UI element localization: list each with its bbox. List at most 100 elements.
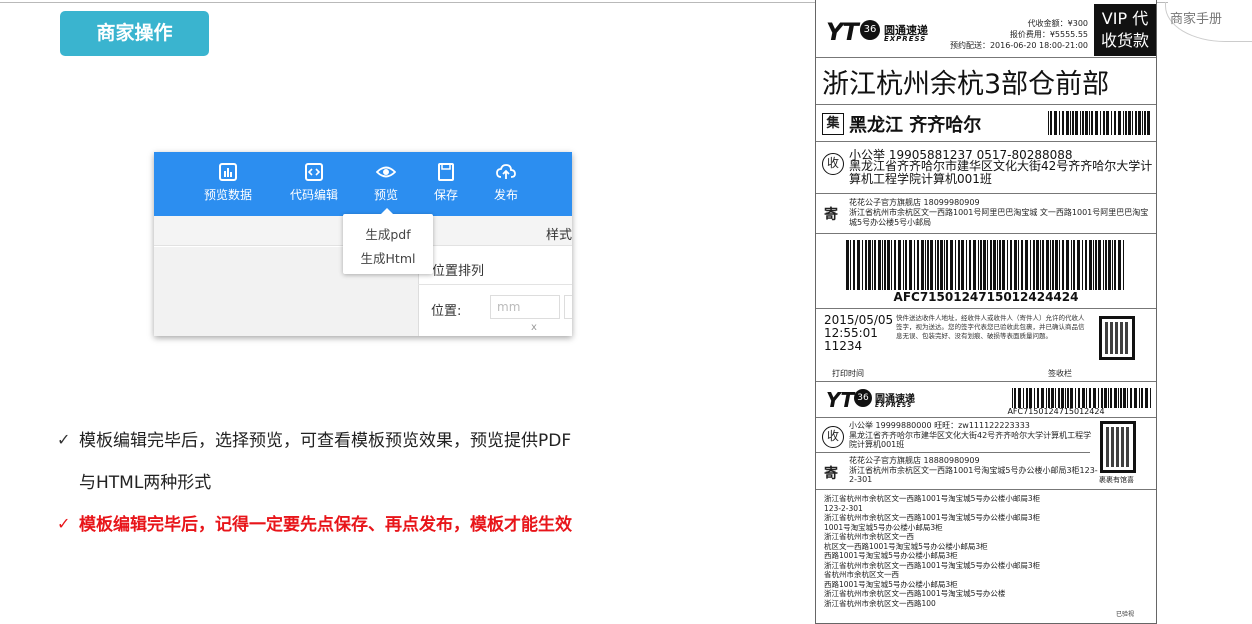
recipient-address: 黑龙江省齐齐哈尔市建华区文化大街42号齐齐哈尔大学计算机工程学院计算机001班	[849, 159, 1153, 186]
cod-amount: 代收金额：¥300	[1027, 19, 1088, 28]
vip-badge: VIP 代收货款	[1094, 4, 1156, 56]
brand-en-2: EXPRESS	[875, 402, 913, 409]
sender-2-address: 浙江省杭州市余杭区文一西路1001号淘宝城5号办公楼小邮局3柜123-2-301	[849, 465, 1098, 485]
address-line: 西路1001号淘宝城5号办公楼小邮局3柜	[824, 579, 958, 589]
position-label: 位置:	[431, 304, 462, 319]
editor-screenshot: 预览数据 代码编辑 预览 保存 发布 样式 位置排列 位置: mm x 生成pd…	[154, 152, 572, 336]
address-line: 123-2-301	[824, 503, 863, 513]
ji-mark: 集	[822, 113, 844, 135]
barcode-small	[1048, 111, 1150, 135]
barcode-main	[846, 240, 1124, 290]
divider	[418, 284, 572, 285]
tracking-number-2: AFC7150124715012424	[1007, 407, 1105, 416]
rule	[816, 193, 1156, 194]
sender: 花花公子官方旗舰店 18099980909	[849, 198, 980, 207]
style-tab[interactable]: 样式	[546, 224, 572, 243]
recipient-2-line: 小公举 19999880000 旺旺：zw111122223333	[849, 421, 1030, 430]
address-list: 浙江省杭州市余杭区文一西路1001号淘宝城5号办公楼小邮局3柜 123-2-301…	[824, 494, 1144, 608]
editor-toolbar: 预览数据 代码编辑 预览 保存 发布	[154, 152, 572, 216]
brand-en: EXPRESS	[884, 35, 927, 43]
rule	[816, 417, 1156, 418]
print-time-label: 打印时间	[832, 369, 864, 378]
generate-pdf-item[interactable]: 生成pdf	[343, 224, 433, 243]
preview-dropdown: 生成pdf 生成Html	[343, 208, 433, 274]
save-button[interactable]: 保存	[424, 162, 468, 203]
rule	[816, 381, 1156, 382]
chart-icon	[219, 163, 237, 181]
print-date: 2015/05/05 12:55:01 11234	[824, 314, 893, 353]
recipient-2-address: 黑龙江省齐齐哈尔市建华区文化大街42号齐齐哈尔大学计算机工程学院计算机001班	[849, 430, 1092, 450]
destination: 浙江杭州余杭3部仓前部	[822, 69, 1110, 100]
sign-label: 签收栏	[1048, 369, 1072, 378]
bullet-text: 模板编辑完毕后，选择预览，可查看模板预览效果，预览提供PDF	[79, 431, 572, 451]
recipient-2: 小公举 19999880000 旺旺：zw111122223333 黑龙江省齐齐哈…	[849, 421, 1099, 450]
bullet-text-cont: 与HTML两种形式	[79, 473, 212, 493]
yto-logo-2: YT	[826, 388, 855, 412]
publish-button[interactable]: 发布	[484, 162, 528, 203]
sender-mark: 寄	[824, 207, 838, 223]
address-line: 浙江省杭州市余杭区文一西路1001号淘宝城5号办公楼小邮局3柜	[824, 513, 1041, 522]
address-line: 浙江省杭州市余杭区文一西路100	[824, 598, 936, 608]
vip-line1: VIP 代	[1101, 9, 1149, 28]
eye-icon	[376, 166, 396, 178]
address-line: 省杭州市余杭区文一西	[824, 570, 899, 579]
yto-logo-circle-2: 36	[854, 389, 872, 407]
waybill: YT 36 圆通速递 EXPRESS 代收金额：¥300 报价费用：¥5555.…	[815, 0, 1157, 624]
toolbar-label: 保存	[433, 188, 458, 202]
address-line: 浙江省杭州市余杭区文一西路1001号淘宝城5号办公楼小邮局3柜	[824, 560, 1041, 570]
rule	[816, 104, 1156, 105]
sender-address: 浙江省杭州市余杭区文一西路1001号阿里巴巴淘宝城 文一西路1001号阿里巴巴淘…	[849, 208, 1149, 227]
address-line: 西路1001号淘宝城5号办公楼小邮局3柜	[824, 551, 958, 560]
cloud-upload-icon	[496, 164, 516, 179]
address-line: 浙江省杭州市余杭区文一西路1001号淘宝城5号办公楼小邮局3柜	[824, 494, 1041, 503]
qr-code	[1099, 316, 1135, 360]
yto-logo-circle: 36	[860, 20, 880, 40]
address-line: 浙江省杭州市余杭区文一西路1001号淘宝城5号办公楼	[824, 589, 1006, 598]
qr-code-2	[1100, 421, 1136, 473]
address-line: 浙江省杭州市余杭区文一西	[824, 532, 914, 541]
signed-label: 裹裹有馆喜	[1099, 476, 1134, 484]
check-icon: ✓	[57, 514, 71, 533]
generate-html-item[interactable]: 生成Html	[343, 248, 433, 267]
rule	[816, 489, 1156, 490]
preview-data-button[interactable]: 预览数据	[200, 162, 256, 203]
tracking-number: AFC7150124715012424424	[893, 290, 1079, 304]
check-icon: ✓	[57, 430, 71, 449]
rule	[816, 452, 1090, 453]
insured-fee: 报价费用：¥5555.55	[1009, 30, 1088, 39]
rule	[816, 141, 1156, 142]
toolbar-label: 发布	[493, 188, 518, 202]
yto-logo: YT	[826, 18, 859, 46]
save-icon	[438, 163, 454, 181]
section-title: 位置排列	[432, 264, 485, 279]
rule	[816, 233, 1156, 234]
appointment: 预约配送：2016-06-20 18:00-21:00	[949, 41, 1088, 50]
toolbar-label: 代码编辑	[289, 188, 338, 202]
shou-mark: 收	[822, 153, 844, 175]
position-input[interactable]: mm	[490, 295, 560, 319]
rule	[816, 57, 1156, 58]
code: 11234	[824, 339, 863, 353]
bullet-text-emphasis: 模板编辑完毕后，记得一定要先点保存、再点发布，模板才能生效	[79, 515, 572, 535]
sender-2: 花花公子官方旗舰店 18880980909 浙江省杭州市余杭区文一西路1001号淘…	[849, 456, 1099, 485]
position-input-2[interactable]	[564, 295, 572, 319]
sender-mark-2: 寄	[824, 466, 838, 482]
code-edit-button[interactable]: 代码编辑	[286, 162, 342, 203]
section-badge: 商家操作	[60, 11, 209, 56]
x-label: x	[531, 322, 537, 333]
delivery-notice: 快件送达收件人地址，经收件人或收件人（寄件人）允许的代收人签字，视为送达。您的签…	[896, 314, 1085, 340]
manual-label: 商家手册	[1170, 12, 1223, 27]
region: 黑龙江 齐齐哈尔	[849, 115, 982, 136]
address-line: 1001号淘宝城5号办公楼小邮局3柜	[824, 522, 943, 532]
preview-button[interactable]: 预览	[364, 162, 408, 203]
toolbar-label: 预览	[373, 188, 398, 202]
shou-mark-2: 收	[822, 426, 844, 448]
rule	[816, 308, 1156, 309]
toolbar-label: 预览数据	[203, 188, 252, 202]
footer-signed: 已验视	[1116, 611, 1135, 618]
vip-line2: 收货款	[1100, 31, 1149, 50]
code-icon	[305, 163, 323, 181]
address-line: 杭区文一西路1001号淘宝城5号办公楼小邮局3柜	[824, 541, 988, 551]
sender-2-line: 花花公子官方旗舰店 18880980909	[849, 456, 980, 465]
barcode-2	[1012, 388, 1151, 408]
